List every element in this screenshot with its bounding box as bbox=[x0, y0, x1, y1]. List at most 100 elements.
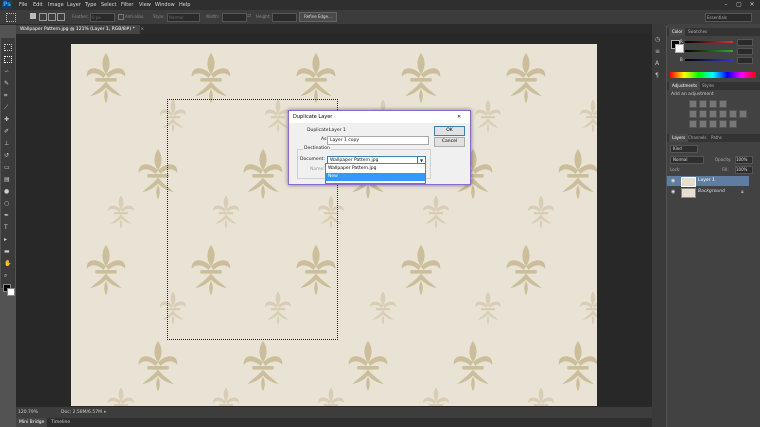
height-input[interactable] bbox=[272, 13, 297, 22]
workspace-switcher[interactable]: Essentials bbox=[705, 13, 752, 22]
menu-view[interactable]: View bbox=[139, 1, 151, 9]
paragraph-panel-icon[interactable]: ¶ bbox=[655, 72, 662, 79]
add-selection-icon[interactable] bbox=[39, 13, 47, 21]
fill-input[interactable]: 100% bbox=[735, 166, 753, 174]
layer-name[interactable]: Background bbox=[698, 187, 725, 197]
menu-window[interactable]: Window bbox=[155, 1, 175, 9]
style-select[interactable]: Normal bbox=[167, 13, 200, 22]
zoom-level[interactable]: 120.79% bbox=[18, 410, 38, 415]
gradient-map-icon[interactable] bbox=[729, 120, 737, 128]
tab-styles[interactable]: Styles bbox=[699, 82, 717, 90]
swap-dimensions-icon[interactable]: ⇄ bbox=[247, 13, 251, 19]
crop-tool-icon[interactable]: ⌗ bbox=[4, 92, 12, 99]
color-spectrum-ramp[interactable] bbox=[670, 72, 756, 78]
green-value-input[interactable] bbox=[737, 48, 753, 55]
layer-row-layer-1[interactable]: ◉ Layer 1 bbox=[667, 176, 749, 187]
menu-image[interactable]: Image bbox=[48, 1, 64, 9]
tab-swatches[interactable]: Swatches bbox=[685, 28, 710, 36]
blue-value-input[interactable] bbox=[737, 57, 753, 64]
vibrance-icon[interactable] bbox=[689, 110, 697, 118]
layer-row-background[interactable]: ◉ Background 🔒︎ bbox=[667, 187, 749, 198]
menu-layer[interactable]: Layer bbox=[67, 1, 81, 9]
pen-tool-icon[interactable]: ✒ bbox=[4, 212, 12, 219]
refine-edge-button[interactable]: Refine Edge... bbox=[299, 12, 337, 22]
marquee-tool-preset-icon[interactable] bbox=[6, 13, 16, 22]
intersect-selection-icon[interactable] bbox=[57, 13, 65, 21]
brush-tool-icon[interactable]: ✐ bbox=[4, 128, 12, 135]
minimize-button[interactable]: – bbox=[720, 0, 732, 9]
close-document-icon[interactable]: × bbox=[140, 27, 144, 32]
ok-button[interactable]: OK bbox=[434, 126, 465, 136]
layer-filter-kind[interactable]: Kind bbox=[670, 145, 698, 153]
feather-input[interactable]: 0 px bbox=[90, 13, 115, 22]
character-panel-icon[interactable]: A bbox=[655, 60, 662, 67]
document-tab[interactable]: Wallpaper Pattern.jpg @ 121% (Layer 1, R… bbox=[16, 25, 144, 34]
tab-adjustments[interactable]: Adjustments bbox=[669, 82, 701, 90]
menu-file[interactable]: File bbox=[19, 1, 27, 9]
layer-name[interactable]: Layer 1 bbox=[698, 176, 715, 186]
hand-tool-icon[interactable]: ✋ bbox=[4, 260, 12, 267]
blend-mode-select[interactable]: Normal bbox=[670, 156, 704, 164]
photo-filter-icon[interactable] bbox=[729, 110, 737, 118]
dodge-tool-icon[interactable]: ○ bbox=[4, 200, 12, 207]
menu-help[interactable]: Help bbox=[179, 1, 190, 9]
red-value-input[interactable] bbox=[737, 39, 753, 46]
antialias-checkbox[interactable] bbox=[118, 14, 124, 20]
path-selection-tool-icon[interactable]: ▸ bbox=[4, 236, 12, 243]
menu-select[interactable]: Select bbox=[101, 1, 116, 9]
curves-icon[interactable] bbox=[709, 100, 717, 108]
visibility-eye-icon[interactable]: ◉ bbox=[671, 176, 675, 186]
shape-tool-icon[interactable]: ▬ bbox=[4, 248, 12, 255]
exposure-icon[interactable] bbox=[719, 100, 727, 108]
hue-saturation-icon[interactable] bbox=[699, 110, 707, 118]
tab-channels[interactable]: Channels bbox=[685, 134, 710, 142]
rectangular-marquee-tool-icon[interactable] bbox=[4, 56, 12, 63]
menu-edit[interactable]: Edit bbox=[33, 1, 43, 9]
eyedropper-tool-icon[interactable]: ⟋ bbox=[4, 104, 12, 111]
background-color-swatch[interactable] bbox=[7, 288, 15, 296]
visibility-eye-icon[interactable]: ◉ bbox=[671, 187, 675, 197]
close-window-button[interactable]: ✕ bbox=[746, 0, 758, 9]
channel-mixer-icon[interactable] bbox=[739, 110, 747, 118]
clone-stamp-tool-icon[interactable]: ⊥ bbox=[4, 140, 12, 147]
lasso-tool-icon[interactable]: ∽ bbox=[4, 68, 12, 75]
move-tool-icon[interactable] bbox=[4, 44, 12, 51]
blur-tool-icon[interactable]: ● bbox=[4, 188, 12, 195]
threshold-icon[interactable] bbox=[709, 120, 717, 128]
subtract-selection-icon[interactable] bbox=[48, 13, 56, 21]
dialog-close-button[interactable]: ✕ bbox=[457, 111, 461, 123]
width-input[interactable] bbox=[222, 13, 247, 22]
menu-type[interactable]: Type bbox=[85, 1, 96, 9]
healing-brush-tool-icon[interactable]: ✚ bbox=[4, 116, 12, 123]
maximize-button[interactable]: ▢ bbox=[733, 0, 745, 9]
blue-slider[interactable] bbox=[685, 59, 733, 61]
as-input[interactable]: Layer 1 copy bbox=[327, 136, 429, 145]
type-tool-icon[interactable]: T bbox=[4, 224, 12, 231]
opacity-input[interactable]: 100% bbox=[735, 156, 753, 164]
posterize-icon[interactable] bbox=[699, 120, 707, 128]
properties-panel-icon[interactable]: ≡ bbox=[655, 48, 662, 55]
menu-filter[interactable]: Filter bbox=[121, 1, 133, 9]
selective-color-icon[interactable] bbox=[719, 120, 727, 128]
green-slider[interactable] bbox=[685, 50, 733, 52]
red-slider[interactable] bbox=[685, 41, 733, 43]
status-menu-arrow-icon[interactable]: ▸ bbox=[104, 409, 107, 415]
gradient-tool-icon[interactable]: ▤ bbox=[4, 176, 12, 183]
tab-color[interactable]: Color bbox=[669, 28, 686, 36]
zoom-tool-icon[interactable]: ⌕ bbox=[4, 272, 12, 279]
quick-selection-tool-icon[interactable]: ✎ bbox=[4, 80, 12, 87]
cancel-button[interactable]: Cancel bbox=[434, 137, 465, 147]
brightness-contrast-icon[interactable] bbox=[689, 100, 697, 108]
tab-timeline[interactable]: Timeline bbox=[48, 418, 73, 427]
dropdown-option-wallpaper[interactable]: Wallpaper Pattern.jpg bbox=[326, 165, 425, 173]
black-white-icon[interactable] bbox=[719, 110, 727, 118]
eraser-tool-icon[interactable]: ▭ bbox=[4, 164, 12, 171]
new-selection-icon[interactable] bbox=[30, 13, 36, 19]
color-balance-icon[interactable] bbox=[709, 110, 717, 118]
tab-paths[interactable]: Paths bbox=[708, 134, 725, 142]
history-panel-icon[interactable]: ◷ bbox=[655, 36, 662, 43]
invert-icon[interactable] bbox=[689, 120, 697, 128]
dropdown-option-new[interactable]: New bbox=[326, 173, 425, 181]
history-brush-tool-icon[interactable]: ↺ bbox=[4, 152, 12, 159]
tab-mini-bridge[interactable]: Mini Bridge bbox=[16, 418, 48, 427]
